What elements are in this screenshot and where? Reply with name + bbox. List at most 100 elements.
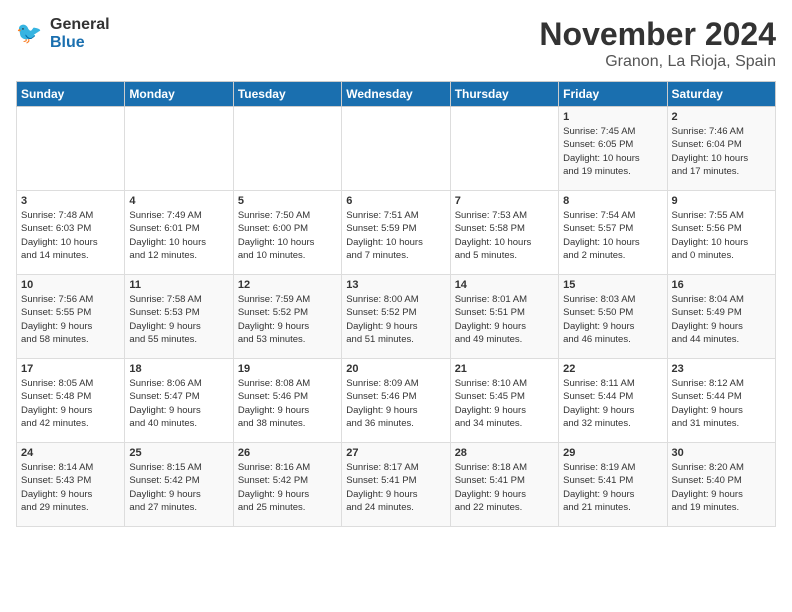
day-info: Sunrise: 8:11 AM Sunset: 5:44 PM Dayligh… xyxy=(563,377,662,430)
day-cell: 3 Sunrise: 7:48 AM Sunset: 6:03 PM Daylig… xyxy=(17,191,125,275)
logo: 🐦 General Blue xyxy=(16,16,110,52)
day-cell: 28Sunrise: 8:18 AM Sunset: 5:41 PM Dayli… xyxy=(450,443,558,527)
col-sunday: Sunday xyxy=(17,82,125,107)
logo-text: General Blue xyxy=(50,16,110,52)
day-cell: 10Sunrise: 7:56 AM Sunset: 5:55 PM Dayli… xyxy=(17,275,125,359)
day-number: 27 xyxy=(346,447,445,459)
day-info: Sunrise: 7:53 AM Sunset: 5:58 PM Dayligh… xyxy=(455,209,554,262)
day-cell: 16 Sunrise: 8:04 AM Sunset: 5:49 PM Dayli… xyxy=(667,275,775,359)
day-cell: 9 Sunrise: 7:55 AM Sunset: 5:56 PM Daylig… xyxy=(667,191,775,275)
day-info: Sunrise: 8:00 AM Sunset: 5:52 PM Dayligh… xyxy=(346,293,445,346)
day-cell xyxy=(17,107,125,191)
day-info: Sunrise: 7:49 AM Sunset: 6:01 PM Dayligh… xyxy=(129,209,228,262)
day-cell xyxy=(125,107,233,191)
day-info: Sunrise: 7:54 AM Sunset: 5:57 PM Dayligh… xyxy=(563,209,662,262)
day-cell: 25 Sunrise: 8:15 AM Sunset: 5:42 PM Dayli… xyxy=(125,443,233,527)
day-info: Sunrise: 8:04 AM Sunset: 5:49 PM Dayligh… xyxy=(672,293,771,346)
day-number: 21 xyxy=(455,363,554,375)
day-cell: 7Sunrise: 7:53 AM Sunset: 5:58 PM Daylig… xyxy=(450,191,558,275)
day-info: Sunrise: 8:01 AM Sunset: 5:51 PM Dayligh… xyxy=(455,293,554,346)
day-number: 23 xyxy=(672,363,771,375)
calendar-table: Sunday Monday Tuesday Wednesday Thursday… xyxy=(16,81,776,527)
day-info: Sunrise: 7:48 AM Sunset: 6:03 PM Dayligh… xyxy=(21,209,120,262)
day-number: 13 xyxy=(346,279,445,291)
day-number: 25 xyxy=(129,447,228,459)
day-info: Sunrise: 8:16 AM Sunset: 5:42 PM Dayligh… xyxy=(238,461,337,514)
day-info: Sunrise: 8:05 AM Sunset: 5:48 PM Dayligh… xyxy=(21,377,120,430)
title-block: November 2024 Granon, La Rioja, Spain xyxy=(539,16,776,71)
day-number: 3 xyxy=(21,195,120,207)
day-number: 20 xyxy=(346,363,445,375)
week-row-4: 17 Sunrise: 8:05 AM Sunset: 5:48 PM Dayli… xyxy=(17,359,776,443)
day-cell: 1 Sunrise: 7:45 AM Sunset: 6:05 PM Daylig… xyxy=(559,107,667,191)
day-cell: 26 Sunrise: 8:16 AM Sunset: 5:42 PM Dayli… xyxy=(233,443,341,527)
day-cell: 17 Sunrise: 8:05 AM Sunset: 5:48 PM Dayli… xyxy=(17,359,125,443)
day-number: 5 xyxy=(238,195,337,207)
col-friday: Friday xyxy=(559,82,667,107)
day-cell: 20 Sunrise: 8:09 AM Sunset: 5:46 PM Dayli… xyxy=(342,359,450,443)
week-row-1: 1 Sunrise: 7:45 AM Sunset: 6:05 PM Daylig… xyxy=(17,107,776,191)
day-cell: 6 Sunrise: 7:51 AM Sunset: 5:59 PM Daylig… xyxy=(342,191,450,275)
col-thursday: Thursday xyxy=(450,82,558,107)
day-number: 16 xyxy=(672,279,771,291)
day-info: Sunrise: 8:12 AM Sunset: 5:44 PM Dayligh… xyxy=(672,377,771,430)
day-number: 26 xyxy=(238,447,337,459)
week-row-5: 24Sunrise: 8:14 AM Sunset: 5:43 PM Dayli… xyxy=(17,443,776,527)
location-title: Granon, La Rioja, Spain xyxy=(539,53,776,71)
day-cell: 15Sunrise: 8:03 AM Sunset: 5:50 PM Dayli… xyxy=(559,275,667,359)
day-info: Sunrise: 7:58 AM Sunset: 5:53 PM Dayligh… xyxy=(129,293,228,346)
day-cell: 19Sunrise: 8:08 AM Sunset: 5:46 PM Dayli… xyxy=(233,359,341,443)
day-number: 17 xyxy=(21,363,120,375)
day-info: Sunrise: 8:20 AM Sunset: 5:40 PM Dayligh… xyxy=(672,461,771,514)
day-cell: 27Sunrise: 8:17 AM Sunset: 5:41 PM Dayli… xyxy=(342,443,450,527)
col-saturday: Saturday xyxy=(667,82,775,107)
day-cell: 21 Sunrise: 8:10 AM Sunset: 5:45 PM Dayli… xyxy=(450,359,558,443)
day-cell: 13 Sunrise: 8:00 AM Sunset: 5:52 PM Dayli… xyxy=(342,275,450,359)
day-info: Sunrise: 7:56 AM Sunset: 5:55 PM Dayligh… xyxy=(21,293,120,346)
day-number: 1 xyxy=(563,111,662,123)
day-cell xyxy=(450,107,558,191)
day-info: Sunrise: 8:08 AM Sunset: 5:46 PM Dayligh… xyxy=(238,377,337,430)
day-cell: 12 Sunrise: 7:59 AM Sunset: 5:52 PM Dayli… xyxy=(233,275,341,359)
week-row-2: 3 Sunrise: 7:48 AM Sunset: 6:03 PM Daylig… xyxy=(17,191,776,275)
day-number: 4 xyxy=(129,195,228,207)
day-cell: 29 Sunrise: 8:19 AM Sunset: 5:41 PM Dayli… xyxy=(559,443,667,527)
week-row-3: 10Sunrise: 7:56 AM Sunset: 5:55 PM Dayli… xyxy=(17,275,776,359)
day-number: 14 xyxy=(455,279,554,291)
day-cell: 30 Sunrise: 8:20 AM Sunset: 5:40 PM Dayli… xyxy=(667,443,775,527)
header-row: Sunday Monday Tuesday Wednesday Thursday… xyxy=(17,82,776,107)
day-info: Sunrise: 7:55 AM Sunset: 5:56 PM Dayligh… xyxy=(672,209,771,262)
day-number: 30 xyxy=(672,447,771,459)
day-cell: 2Sunrise: 7:46 AM Sunset: 6:04 PM Daylig… xyxy=(667,107,775,191)
day-cell: 24Sunrise: 8:14 AM Sunset: 5:43 PM Dayli… xyxy=(17,443,125,527)
svg-text:🐦: 🐦 xyxy=(16,22,42,45)
day-info: Sunrise: 7:45 AM Sunset: 6:05 PM Dayligh… xyxy=(563,125,662,178)
day-cell: 5 Sunrise: 7:50 AM Sunset: 6:00 PM Daylig… xyxy=(233,191,341,275)
day-cell: 4 Sunrise: 7:49 AM Sunset: 6:01 PM Daylig… xyxy=(125,191,233,275)
day-number: 18 xyxy=(129,363,228,375)
day-cell: 14 Sunrise: 8:01 AM Sunset: 5:51 PM Dayli… xyxy=(450,275,558,359)
day-info: Sunrise: 7:50 AM Sunset: 6:00 PM Dayligh… xyxy=(238,209,337,262)
logo-icon: 🐦 xyxy=(16,19,46,49)
day-cell: 18Sunrise: 8:06 AM Sunset: 5:47 PM Dayli… xyxy=(125,359,233,443)
day-number: 24 xyxy=(21,447,120,459)
day-info: Sunrise: 8:19 AM Sunset: 5:41 PM Dayligh… xyxy=(563,461,662,514)
day-cell: 23 Sunrise: 8:12 AM Sunset: 5:44 PM Dayli… xyxy=(667,359,775,443)
day-number: 8 xyxy=(563,195,662,207)
day-info: Sunrise: 7:59 AM Sunset: 5:52 PM Dayligh… xyxy=(238,293,337,346)
col-tuesday: Tuesday xyxy=(233,82,341,107)
day-info: Sunrise: 8:10 AM Sunset: 5:45 PM Dayligh… xyxy=(455,377,554,430)
day-number: 22 xyxy=(563,363,662,375)
day-number: 29 xyxy=(563,447,662,459)
day-info: Sunrise: 8:09 AM Sunset: 5:46 PM Dayligh… xyxy=(346,377,445,430)
month-title: November 2024 xyxy=(539,16,776,53)
day-number: 6 xyxy=(346,195,445,207)
day-info: Sunrise: 8:15 AM Sunset: 5:42 PM Dayligh… xyxy=(129,461,228,514)
day-info: Sunrise: 7:51 AM Sunset: 5:59 PM Dayligh… xyxy=(346,209,445,262)
col-monday: Monday xyxy=(125,82,233,107)
header: 🐦 General Blue November 2024 Granon, La … xyxy=(16,16,776,71)
day-info: Sunrise: 8:03 AM Sunset: 5:50 PM Dayligh… xyxy=(563,293,662,346)
day-cell: 22 Sunrise: 8:11 AM Sunset: 5:44 PM Dayli… xyxy=(559,359,667,443)
day-number: 9 xyxy=(672,195,771,207)
day-number: 12 xyxy=(238,279,337,291)
